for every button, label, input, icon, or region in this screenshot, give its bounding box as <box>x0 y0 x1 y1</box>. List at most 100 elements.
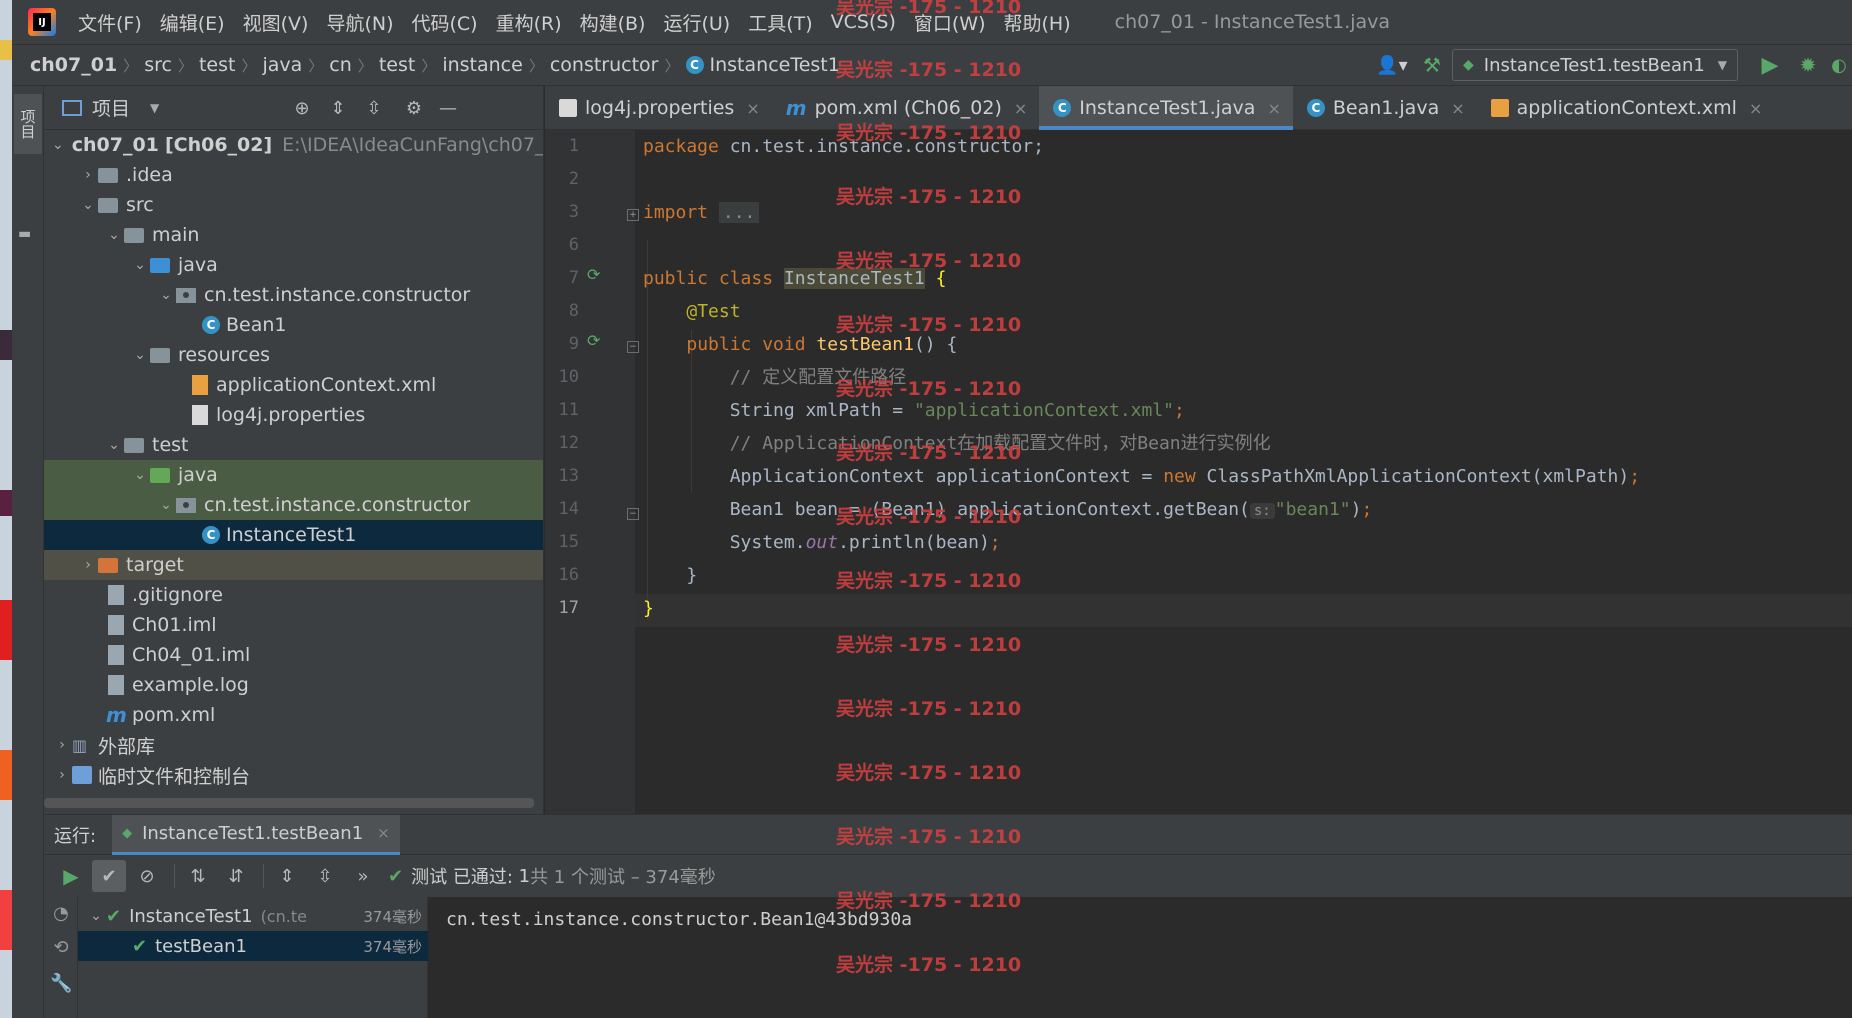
tree-item-ch04-iml[interactable]: Ch04_01.iml <box>44 640 543 670</box>
chevron-right-icon[interactable]: › <box>52 767 72 783</box>
tree-item-main-java[interactable]: ⌄ java <box>44 250 543 280</box>
breadcrumb-java[interactable]: java <box>262 54 302 76</box>
user-icon[interactable]: 👤▾ <box>1372 55 1412 76</box>
test-row-method[interactable]: ✔ testBean1 374毫秒 <box>78 931 428 961</box>
run-gutter-icon[interactable]: ⟳ <box>587 331 607 351</box>
tab-bean1-java[interactable]: C Bean1.java × <box>1293 86 1477 130</box>
menu-vcs[interactable]: VCS(S) <box>831 11 896 33</box>
menu-code[interactable]: 代码(C) <box>411 9 477 36</box>
debug-bug-icon[interactable]: ✹ <box>1790 53 1826 77</box>
show-passed-icon[interactable]: ✔ <box>92 860 126 892</box>
menu-navigate[interactable]: 导航(N) <box>326 9 393 36</box>
menu-file[interactable]: 文件(F) <box>78 9 142 36</box>
menu-run[interactable]: 运行(U) <box>663 9 730 36</box>
close-icon[interactable]: × <box>746 99 759 118</box>
chevron-down-icon[interactable]: ⌄ <box>130 467 150 483</box>
run-tab[interactable]: ◆ InstanceTest1.testBean1 × <box>112 814 400 855</box>
close-icon[interactable]: × <box>377 824 390 842</box>
project-view-title[interactable]: 项目 <box>92 94 130 121</box>
expand-all-icon[interactable]: ⇕ <box>326 98 350 119</box>
rerun-icon[interactable]: ▶ <box>54 860 88 892</box>
tree-item-test-package[interactable]: ⌄ cn.test.instance.constructor <box>44 490 543 520</box>
tab-applicationcontext-xml[interactable]: applicationContext.xml × <box>1477 86 1775 130</box>
tree-item-bean1[interactable]: C Bean1 <box>44 310 543 340</box>
run-configuration-select[interactable]: ◆ InstanceTest1.testBean1 ▼ <box>1452 49 1738 81</box>
breadcrumb-cn[interactable]: cn <box>329 54 352 76</box>
locate-target-icon[interactable]: ⊕ <box>290 98 314 119</box>
breadcrumb-test[interactable]: test <box>199 54 236 76</box>
tree-item-root[interactable]: ⌄ ch07_01 [Ch06_02] E:\IDEA\IdeaCunFang\… <box>44 130 543 160</box>
tab-pom-xml[interactable]: m pom.xml (Ch06_02) × <box>772 86 1040 130</box>
chevron-down-icon[interactable]: ▼ <box>150 101 159 115</box>
build-hammer-icon[interactable]: ⚒ <box>1412 53 1452 77</box>
tree-item-example-log[interactable]: example.log <box>44 670 543 700</box>
tree-item-idea[interactable]: › .idea <box>44 160 543 190</box>
chevron-down-icon[interactable]: ⌄ <box>156 497 176 513</box>
more-chevron-icon[interactable]: » <box>346 860 380 892</box>
chevron-down-icon[interactable]: ⌄ <box>78 197 98 213</box>
folded-imports[interactable]: ... <box>718 202 760 223</box>
intellij-logo-icon[interactable]: IJ <box>28 8 56 36</box>
tree-item-main[interactable]: ⌄ main <box>44 220 543 250</box>
coverage-icon[interactable]: ◐ <box>1826 55 1852 76</box>
stripe-project-tab[interactable]: 项目 <box>14 94 42 154</box>
collapse-all-icon[interactable]: ⇳ <box>308 860 342 892</box>
breadcrumb-src[interactable]: src <box>144 54 172 76</box>
sort-alpha-icon[interactable]: ⇅ <box>181 860 215 892</box>
tree-item-ch01-iml[interactable]: Ch01.iml <box>44 610 543 640</box>
chevron-right-icon[interactable]: › <box>78 557 98 573</box>
menu-tools[interactable]: 工具(T) <box>748 9 812 36</box>
breadcrumb-project[interactable]: ch07_01 <box>30 54 117 76</box>
tab-instancetest1-java[interactable]: C InstanceTest1.java × <box>1039 86 1293 130</box>
hide-minus-icon[interactable]: — <box>436 98 460 119</box>
tree-item-src[interactable]: ⌄ src <box>44 190 543 220</box>
tree-item-test[interactable]: ⌄ test <box>44 430 543 460</box>
collapse-all-icon[interactable]: ⇳ <box>362 98 386 119</box>
refresh-icon[interactable]: ⟲ <box>50 937 72 958</box>
wrench-icon[interactable]: 🔧 <box>50 973 72 994</box>
tree-item-instancetest1[interactable]: C InstanceTest1 <box>44 520 543 550</box>
breadcrumb-constructor[interactable]: constructor <box>550 54 659 76</box>
run-button[interactable]: ▶ <box>1750 53 1790 78</box>
tree-item-appcontext-xml[interactable]: applicationContext.xml <box>44 370 543 400</box>
chevron-down-icon[interactable]: ⌄ <box>104 227 124 243</box>
tree-item-resources[interactable]: ⌄ resources <box>44 340 543 370</box>
breadcrumb-instance[interactable]: instance <box>442 54 523 76</box>
tab-log4j-properties[interactable]: log4j.properties × <box>545 86 772 130</box>
chevron-down-icon[interactable]: ⌄ <box>156 287 176 303</box>
chevron-down-icon[interactable]: ⌄ <box>130 347 150 363</box>
tree-item-scratches[interactable]: › 临时文件和控制台 <box>44 760 543 790</box>
chevron-down-icon[interactable]: ⌄ <box>130 257 150 273</box>
chevron-down-icon[interactable]: ⌄ <box>86 908 106 924</box>
pin-icon[interactable]: ◔ <box>50 903 72 924</box>
chevron-down-icon[interactable]: ⌄ <box>104 437 124 453</box>
menu-window[interactable]: 窗口(W) <box>914 9 986 36</box>
sort-duration-icon[interactable]: ⇵ <box>219 860 253 892</box>
show-ignored-icon[interactable]: ⊘ <box>130 860 164 892</box>
tree-item-test-java[interactable]: ⌄ java <box>44 460 543 490</box>
close-icon[interactable]: × <box>1267 99 1280 118</box>
menu-view[interactable]: 视图(V) <box>243 9 309 36</box>
run-gutter-icon[interactable]: ⟳ <box>587 265 607 285</box>
console-output[interactable]: cn.test.instance.constructor.Bean1@43bd9… <box>428 897 1852 1018</box>
tree-item-log4j[interactable]: log4j.properties <box>44 400 543 430</box>
tree-item-main-package[interactable]: ⌄ cn.test.instance.constructor <box>44 280 543 310</box>
chevron-down-icon[interactable]: ⌄ <box>52 137 64 153</box>
menu-edit[interactable]: 编辑(E) <box>160 9 225 36</box>
breadcrumb-class[interactable]: InstanceTest1 <box>710 54 840 76</box>
menu-refactor[interactable]: 重构(R) <box>496 9 562 36</box>
tree-item-target[interactable]: › target <box>44 550 543 580</box>
code-editor[interactable]: 1 2 3 6 7 8 9 10 11 12 13 14 15 16 17 ⟳ … <box>545 130 1852 814</box>
tree-item-external-libs[interactable]: › ▥ 外部库 <box>44 730 543 760</box>
close-icon[interactable]: × <box>1451 99 1464 118</box>
tree-item-pom[interactable]: m pom.xml <box>44 700 543 730</box>
chevron-right-icon[interactable]: › <box>78 167 98 183</box>
structure-icon[interactable]: ▬ <box>18 226 38 246</box>
breadcrumb-test-pkg[interactable]: test <box>379 54 416 76</box>
expand-all-icon[interactable]: ⇕ <box>270 860 304 892</box>
chevron-right-icon[interactable]: › <box>52 737 72 753</box>
close-icon[interactable]: × <box>1749 99 1762 118</box>
horizontal-scrollbar[interactable] <box>44 798 534 808</box>
tree-item-gitignore[interactable]: .gitignore <box>44 580 543 610</box>
close-icon[interactable]: × <box>1014 99 1027 118</box>
